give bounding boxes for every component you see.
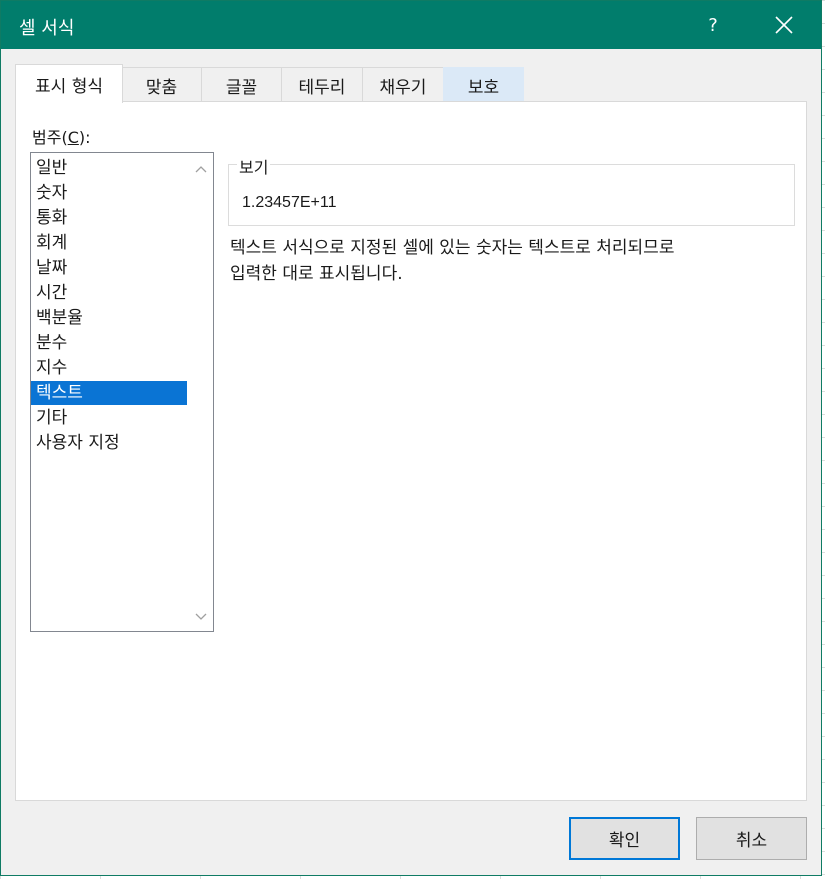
category-item-currency[interactable]: 통화 <box>31 206 187 230</box>
category-item-percentage[interactable]: 백분율 <box>31 306 187 330</box>
category-item-number[interactable]: 숫자 <box>31 181 187 205</box>
tab-protection[interactable]: 보호 <box>443 67 524 103</box>
scroll-down-button[interactable] <box>189 605 213 629</box>
tab-fill[interactable]: 채우기 <box>362 67 444 103</box>
category-item-scientific[interactable]: 지수 <box>31 356 187 380</box>
format-cells-dialog: 셀 서식 ? 표시 형식 맞춤 글꼴 테두리 채우기 보호 범주(C): 일반 … <box>0 0 822 876</box>
preview-legend: 보기 <box>237 154 271 178</box>
preview-value: 1.23457E+11 <box>242 194 337 211</box>
preview-group: 보기 1.23457E+11 <box>228 154 795 226</box>
tab-font[interactable]: 글꼴 <box>201 67 282 103</box>
category-item-time[interactable]: 시간 <box>31 281 187 305</box>
category-label: 범주(C): <box>32 128 91 147</box>
chevron-down-icon <box>195 613 207 620</box>
help-label: ? <box>708 14 718 36</box>
format-description: 텍스트 서식으로 지정된 셀에 있는 숫자는 텍스트로 처리되므로 입력한 대로… <box>230 238 675 284</box>
category-item-accounting[interactable]: 회계 <box>31 231 187 255</box>
tab-panel-number: 범주(C): 일반 숫자 통화 회계 날짜 시간 백분율 분수 지수 텍스트 기… <box>15 101 807 801</box>
category-item-fraction[interactable]: 분수 <box>31 331 187 355</box>
category-item-date[interactable]: 날짜 <box>31 256 187 280</box>
tab-alignment[interactable]: 맞춤 <box>121 67 202 103</box>
close-icon <box>775 16 793 34</box>
close-button[interactable] <box>755 1 813 49</box>
ok-button[interactable]: 확인 <box>569 817 680 860</box>
category-listbox[interactable]: 일반 숫자 통화 회계 날짜 시간 백분율 분수 지수 텍스트 기타 사용자 지… <box>30 152 214 632</box>
category-item-special[interactable]: 기타 <box>31 406 187 430</box>
category-scrollbar[interactable] <box>189 153 213 631</box>
tab-border[interactable]: 테두리 <box>281 67 363 103</box>
category-item-custom[interactable]: 사용자 지정 <box>31 431 187 455</box>
help-button[interactable]: ? <box>687 1 739 49</box>
cancel-button[interactable]: 취소 <box>696 817 807 860</box>
category-item-general[interactable]: 일반 <box>31 156 187 180</box>
scroll-up-button[interactable] <box>189 157 213 181</box>
tab-number[interactable]: 표시 형식 <box>15 64 123 103</box>
category-item-text[interactable]: 텍스트 <box>31 381 187 405</box>
title-bar: 셀 서식 ? <box>1 1 821 49</box>
dialog-title: 셀 서식 <box>19 18 75 39</box>
chevron-up-icon <box>195 166 207 173</box>
